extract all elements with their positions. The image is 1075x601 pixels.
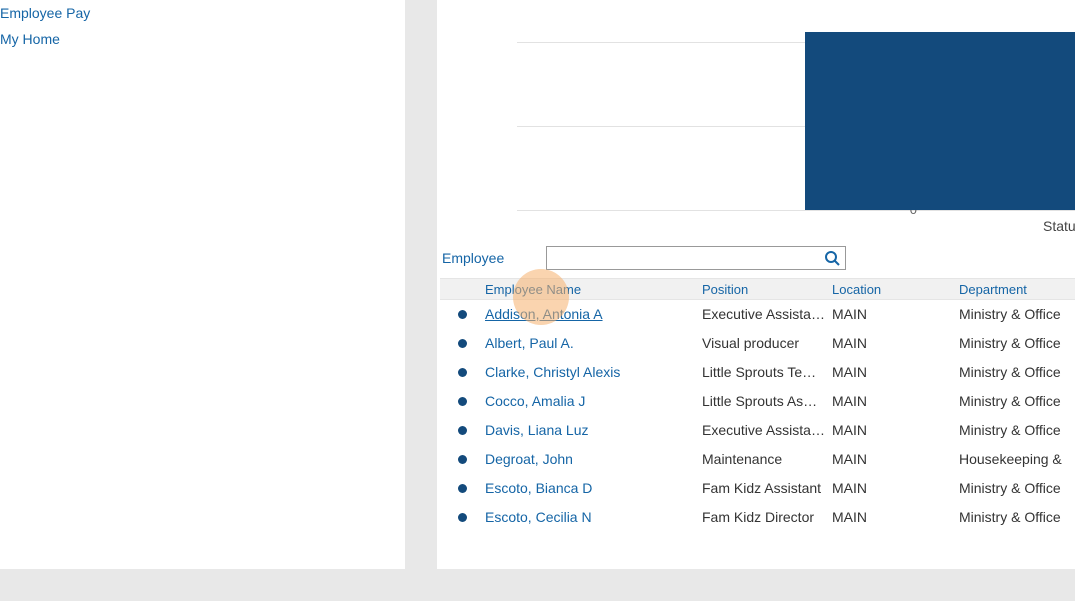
employee-location: MAIN (832, 364, 959, 380)
employee-location: MAIN (832, 451, 959, 467)
employee-department: Ministry & Office (959, 422, 1075, 438)
status-chart: 20 10 0 Status (467, 0, 1075, 216)
th-employee-name[interactable]: Employee Name (485, 282, 702, 297)
employee-department: Ministry & Office (959, 509, 1075, 525)
employee-name-link[interactable]: Cocco, Amalia J (485, 393, 702, 409)
sidebar-item-my-home[interactable]: My Home (0, 26, 405, 52)
x-axis-label: Status (1043, 218, 1075, 234)
employee-department: Housekeeping & (959, 451, 1075, 467)
search-icon[interactable] (824, 250, 840, 266)
employee-location: MAIN (832, 335, 959, 351)
th-position[interactable]: Position (702, 282, 832, 297)
employee-location: MAIN (832, 306, 959, 322)
employee-name-link[interactable]: Escoto, Cecilia N (485, 509, 702, 525)
table-row: Clarke, Christyl AlexisLittle Sprouts Te… (440, 358, 1075, 387)
status-dot (440, 426, 485, 435)
table-row: Davis, Liana LuzExecutive Assista…MAINMi… (440, 416, 1075, 445)
table-row: Cocco, Amalia JLittle Sprouts As…MAINMin… (440, 387, 1075, 416)
employee-name-link[interactable]: Addison, Antonia A (485, 306, 702, 322)
table-row: Degroat, JohnMaintenanceMAINHousekeeping… (440, 445, 1075, 474)
employee-name-link[interactable]: Degroat, John (485, 451, 702, 467)
employee-location: MAIN (832, 509, 959, 525)
employee-search-label: Employee (442, 250, 504, 266)
status-dot (440, 339, 485, 348)
employee-position: Visual producer (702, 335, 832, 351)
th-location[interactable]: Location (832, 282, 959, 297)
employee-search-input[interactable] (546, 246, 846, 270)
table-row: Albert, Paul A.Visual producerMAINMinist… (440, 329, 1075, 358)
status-dot (440, 397, 485, 406)
employee-location: MAIN (832, 393, 959, 409)
employee-department: Ministry & Office (959, 335, 1075, 351)
employee-name-link[interactable]: Albert, Paul A. (485, 335, 702, 351)
employee-position: Maintenance (702, 451, 832, 467)
employee-location: MAIN (832, 422, 959, 438)
employee-department: Ministry & Office (959, 393, 1075, 409)
status-dot (440, 455, 485, 464)
employee-location: MAIN (832, 480, 959, 496)
employee-name-link[interactable]: Davis, Liana Luz (485, 422, 702, 438)
employee-position: Little Sprouts Te… (702, 364, 832, 380)
employee-position: Fam Kidz Director (702, 509, 832, 525)
employee-name-link[interactable]: Escoto, Bianca D (485, 480, 702, 496)
table-row: Escoto, Cecilia NFam Kidz DirectorMAINMi… (440, 503, 1075, 532)
employee-department: Ministry & Office (959, 480, 1075, 496)
table-row: Addison, Antonia AExecutive Assista…MAIN… (440, 300, 1075, 329)
employee-position: Fam Kidz Assistant (702, 480, 832, 496)
employee-name-link[interactable]: Clarke, Christyl Alexis (485, 364, 702, 380)
chart-bar-status (805, 32, 1075, 210)
employee-position: Executive Assista… (702, 306, 832, 322)
employee-table: Employee Name Position Location Departme… (440, 278, 1075, 532)
status-dot (440, 310, 485, 319)
status-dot (440, 484, 485, 493)
employee-position: Executive Assista… (702, 422, 832, 438)
th-department[interactable]: Department (959, 282, 1075, 297)
employee-position: Little Sprouts As… (702, 393, 832, 409)
status-dot (440, 513, 485, 522)
employee-department: Ministry & Office (959, 306, 1075, 322)
employee-department: Ministry & Office (959, 364, 1075, 380)
status-dot (440, 368, 485, 377)
table-row: Escoto, Bianca DFam Kidz AssistantMAINMi… (440, 474, 1075, 503)
sidebar-item-employee-pay[interactable]: Employee Pay (0, 0, 405, 26)
